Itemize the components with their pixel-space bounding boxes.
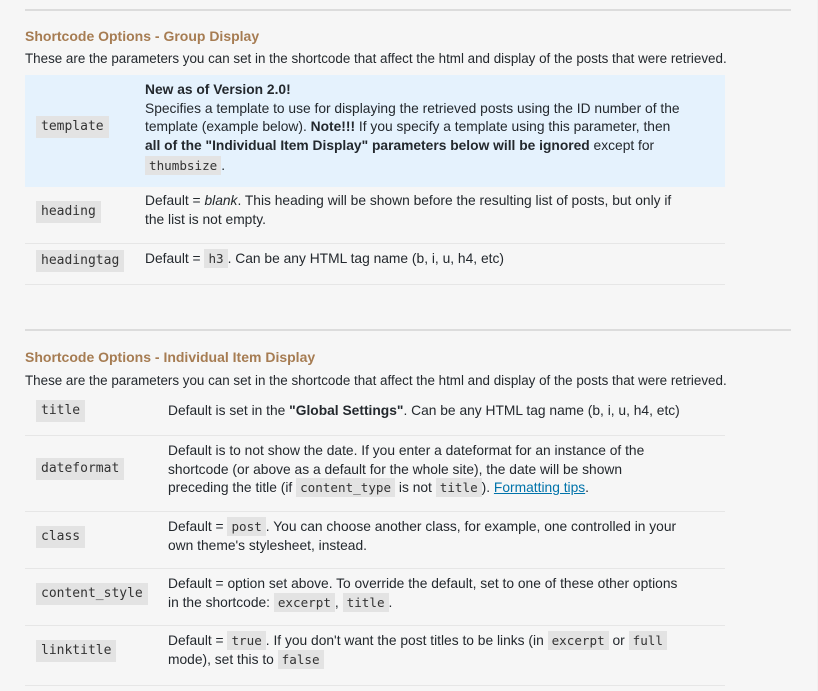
row-separator bbox=[25, 685, 725, 686]
param-name: content_style bbox=[36, 583, 148, 605]
param-description: New as of Version 2.0! Specifies a templ… bbox=[145, 81, 723, 176]
desc-text: Default = bbox=[168, 633, 228, 648]
param-row-class: class Default = post. You can choose ano… bbox=[25, 512, 725, 569]
code-value: full bbox=[628, 631, 667, 650]
desc-text: . If you don't want the post titles to b… bbox=[265, 633, 548, 648]
param-name: heading bbox=[36, 201, 101, 223]
param-description: Default = h3. Can be any HTML tag name (… bbox=[145, 249, 504, 269]
desc-text: Default = bbox=[145, 251, 205, 266]
code-value: post bbox=[227, 517, 266, 536]
formatting-tips-link[interactable]: Formatting tips bbox=[494, 480, 585, 495]
code-value: thumbsize bbox=[145, 156, 222, 175]
param-name: dateformat bbox=[36, 458, 125, 480]
desc-text: . You can choose another class, for exam… bbox=[265, 519, 677, 534]
desc-line: Default is to not show the date. If you … bbox=[168, 443, 645, 458]
desc-line: the list is not empty. bbox=[145, 211, 266, 227]
param-row-heading: heading Default = blank. This heading wi… bbox=[25, 187, 725, 244]
param-row-dateformat: dateformat Default is to not show the da… bbox=[25, 436, 725, 512]
warning-text: Note!!! bbox=[310, 119, 356, 134]
section-divider bbox=[25, 9, 791, 11]
code-value: title bbox=[342, 592, 389, 612]
code-value: excerpt bbox=[273, 592, 335, 612]
code-value: title bbox=[435, 478, 482, 497]
desc-text: is not bbox=[395, 480, 436, 495]
item-display-description: These are the parameters you can set in … bbox=[25, 373, 727, 388]
desc-text: preceding the title (if bbox=[168, 480, 297, 495]
param-name: linktitle bbox=[36, 640, 117, 662]
row-separator bbox=[25, 284, 725, 285]
desc-text: . bbox=[585, 480, 590, 495]
param-name: class bbox=[36, 526, 86, 548]
desc-text: in the shortcode: bbox=[168, 594, 274, 610]
param-description: Default = true. If you don't want the po… bbox=[168, 631, 724, 669]
desc-text: except for bbox=[589, 137, 655, 153]
code-value: excerpt bbox=[547, 631, 609, 650]
desc-line: own theme's stylesheet, instead. bbox=[168, 537, 367, 553]
param-name: headingtag bbox=[36, 250, 125, 272]
desc-text: . This heading will be shown before the … bbox=[237, 193, 672, 208]
desc-text: . Can be any HTML tag name (b, i, u, h4,… bbox=[403, 403, 680, 418]
desc-text: If you specify a template using this par… bbox=[355, 119, 671, 134]
desc-text: blank bbox=[204, 193, 238, 208]
param-name: template bbox=[36, 116, 109, 138]
desc-text: . bbox=[221, 158, 226, 173]
desc-text: Default = bbox=[168, 519, 228, 534]
desc-text: ). bbox=[481, 480, 494, 495]
param-description: Default = blank. This heading will be sh… bbox=[145, 192, 723, 229]
param-description: Default is to not show the date. If you … bbox=[168, 442, 724, 498]
param-row-linktitle: linktitle Default = true. If you don't w… bbox=[25, 626, 725, 686]
desc-line: shortcode (or above as a default for the… bbox=[168, 461, 623, 477]
desc-text: mode), set this to bbox=[168, 651, 278, 667]
group-display-title: Shortcode Options - Group Display bbox=[25, 28, 260, 44]
desc-text: template (example below). bbox=[145, 119, 311, 134]
code-value: h3 bbox=[204, 249, 228, 268]
code-value: content_type bbox=[296, 478, 396, 497]
group-display-description: These are the parameters you can set in … bbox=[25, 51, 727, 66]
desc-text: Default is set in the bbox=[168, 403, 290, 418]
new-version-note: New as of Version 2.0! bbox=[145, 82, 291, 97]
param-description: Default is set in the "Global Settings".… bbox=[168, 402, 680, 421]
param-name: title bbox=[36, 400, 86, 422]
desc-line: Specifies a template to use for displayi… bbox=[145, 100, 680, 116]
desc-text: , bbox=[334, 594, 339, 610]
warning-text: all of the "Individual Item Display" par… bbox=[145, 137, 590, 153]
section-divider bbox=[25, 329, 791, 331]
code-value: true bbox=[227, 631, 266, 650]
desc-text: . Can be any HTML tag name (b, i, u, h4,… bbox=[227, 251, 504, 266]
param-description: Default = option set above. To override … bbox=[168, 575, 724, 612]
desc-text: or bbox=[608, 633, 629, 648]
param-row-headingtag: headingtag Default = h3. Can be any HTML… bbox=[25, 244, 725, 285]
desc-text: Default = bbox=[145, 193, 205, 208]
item-display-title: Shortcode Options - Individual Item Disp… bbox=[25, 349, 316, 365]
param-row-content-style: content_style Default = option set above… bbox=[25, 569, 725, 626]
settings-panel: Shortcode Options - Group Display These … bbox=[0, 0, 817, 691]
code-value: false bbox=[277, 649, 324, 669]
param-row-title: title Default is set in the "Global Sett… bbox=[25, 394, 725, 436]
desc-bold: "Global Settings" bbox=[289, 403, 404, 418]
param-row-template: template New as of Version 2.0! Specifie… bbox=[25, 75, 725, 187]
param-description: Default = post. You can choose another c… bbox=[168, 517, 724, 555]
desc-line: Default = option set above. To override … bbox=[168, 576, 678, 591]
desc-text: . bbox=[388, 594, 393, 610]
